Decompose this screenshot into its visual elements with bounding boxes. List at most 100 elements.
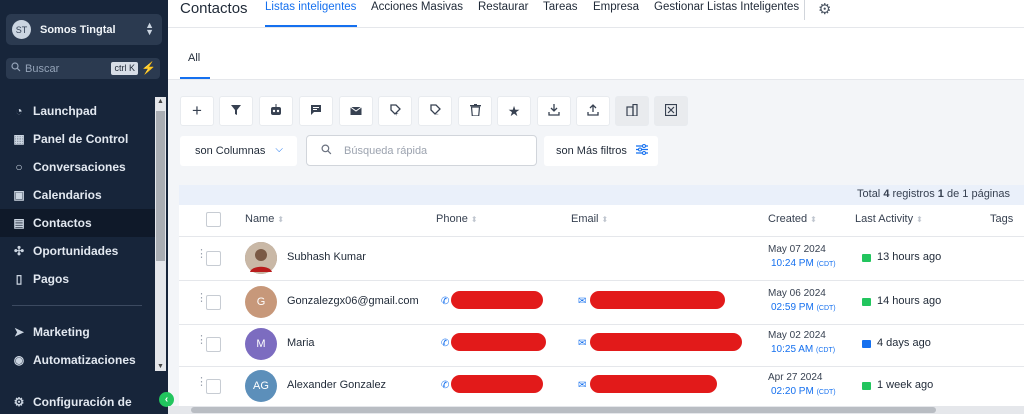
sidebar-item-automations[interactable]: ◉ Automatizaciones xyxy=(0,346,155,374)
column-header-created[interactable]: Created ⬍ xyxy=(768,213,817,225)
account-switcher[interactable]: ST Somos Tingtal ▲ ▼ xyxy=(6,14,162,45)
row-checkbox[interactable] xyxy=(206,295,221,310)
send-email-button[interactable] xyxy=(339,96,373,126)
remove-tag-icon: − xyxy=(429,103,441,119)
gear-icon[interactable]: ⚙ xyxy=(818,0,831,18)
collapse-sidebar-button[interactable]: ‹ xyxy=(159,392,174,407)
import-button[interactable] xyxy=(537,96,571,126)
columns-select[interactable]: son Columnas ⌵ xyxy=(180,136,297,166)
column-header-name[interactable]: Name ⬍ xyxy=(245,213,284,225)
drag-handle-icon[interactable]: ⋮ xyxy=(196,249,207,260)
more-filters-button[interactable]: son Más filtros xyxy=(544,136,658,166)
avatar[interactable]: M xyxy=(245,328,277,360)
favorite-button[interactable]: ★ xyxy=(497,96,531,126)
sidebar-item-opportunities[interactable]: ✣ Oportunidades xyxy=(0,237,155,265)
delete-icon xyxy=(469,103,481,119)
phone-icon[interactable]: ✆ xyxy=(441,296,449,307)
import-icon xyxy=(548,103,560,119)
tab-all[interactable]: All xyxy=(188,52,200,64)
drag-handle-icon[interactable]: ⋮ xyxy=(196,293,207,304)
filter-button[interactable] xyxy=(219,96,253,126)
row-checkbox[interactable] xyxy=(206,337,221,352)
contact-name[interactable]: Maria xyxy=(287,337,315,349)
sms-icon xyxy=(862,298,871,306)
merge-button[interactable] xyxy=(654,96,688,126)
sidebar: ST Somos Tingtal ▲ ▼ Buscar ctrl K ⚡ ◔ Lau… xyxy=(0,0,168,414)
tab-manage-smart-lists[interactable]: Gestionar Listas Inteligentes xyxy=(654,1,799,13)
payments-icon: ▯ xyxy=(15,272,23,286)
add-contact-button[interactable]: + xyxy=(180,96,214,126)
bolt-icon[interactable]: ⚡ xyxy=(141,61,156,75)
sidebar-item-dashboard[interactable]: ▦ Panel de Control xyxy=(0,125,155,153)
sidebar-scroll-thumb[interactable] xyxy=(156,111,165,261)
contact-name[interactable]: Alexander Gonzalez xyxy=(287,379,386,391)
tab-bulk-actions[interactable]: Acciones Masivas xyxy=(371,1,463,13)
add-tag-button[interactable]: + xyxy=(378,96,412,126)
table-horizontal-scrollbar[interactable] xyxy=(168,406,1024,414)
avatar-photo[interactable] xyxy=(245,242,277,274)
scroll-down-icon[interactable]: ▼ xyxy=(157,363,164,370)
top-divider xyxy=(804,0,805,20)
active-subtab-indicator xyxy=(180,77,210,79)
sidebar-search[interactable]: Buscar ctrl K ⚡ xyxy=(6,58,160,79)
send-sms-button[interactable] xyxy=(299,96,333,126)
sidebar-item-marketing[interactable]: ➤ Marketing xyxy=(0,318,155,346)
column-header-last-activity[interactable]: Last Activity ⬍ xyxy=(855,213,923,225)
contact-name[interactable]: Subhash Kumar xyxy=(287,251,366,263)
avatar[interactable]: G xyxy=(245,286,277,318)
sidebar-item-settings[interactable]: ⚙ Configuración de xyxy=(0,388,155,414)
table-row[interactable]: ⋮ Subhash Kumar May 07 2024 10:24 PM (CDT) 1… xyxy=(179,237,1024,279)
delete-button[interactable] xyxy=(458,96,492,126)
list-tabs: All xyxy=(168,28,1024,80)
workflow-button[interactable] xyxy=(259,96,293,126)
tab-smart-lists[interactable]: Listas inteligentes xyxy=(265,1,356,13)
mail-icon[interactable]: ✉ xyxy=(578,338,586,349)
contact-name[interactable]: Gonzalezgx06@gmail.com xyxy=(287,295,419,307)
table-row[interactable]: ⋮ AG Alexander Gonzalez ✆ ✉ Apr 27 2024 02:20 … xyxy=(179,365,1024,407)
drag-handle-icon[interactable]: ⋮ xyxy=(196,335,207,346)
svg-text:+: + xyxy=(395,112,399,116)
table-row[interactable]: ⋮ G Gonzalezgx06@gmail.com ✆ ✉ May 06 2024 02:… xyxy=(179,281,1024,323)
sidebar-item-calendars[interactable]: ▣ Calendarios xyxy=(0,181,155,209)
sidebar-item-launchpad[interactable]: ◔ Launchpad xyxy=(0,97,155,125)
column-header-phone[interactable]: Phone ⬍ xyxy=(436,213,478,225)
add-icon: + xyxy=(192,101,202,120)
quick-search-input[interactable]: Búsqueda rápida xyxy=(306,135,537,166)
table-scroll-thumb[interactable] xyxy=(191,407,936,413)
created-time: 10:24 PM (CDT) xyxy=(771,258,836,269)
mail-icon[interactable]: ✉ xyxy=(578,380,586,391)
last-activity: 14 hours ago xyxy=(877,295,942,307)
opportunities-icon: ✣ xyxy=(13,244,25,258)
tab-restore[interactable]: Restaurar xyxy=(478,1,529,13)
table-row[interactable]: ⋮ M Maria ✆ ✉ May 02 2024 10:25 AM (CDT) 4 days… xyxy=(179,323,1024,365)
phone-icon[interactable]: ✆ xyxy=(441,380,449,391)
robot-icon xyxy=(269,103,283,119)
row-checkbox[interactable] xyxy=(206,379,221,394)
sidebar-scrollbar[interactable]: ▲ ▼ xyxy=(155,97,166,371)
export-button[interactable] xyxy=(576,96,610,126)
redacted-email xyxy=(590,333,742,351)
add-tag-icon: + xyxy=(389,103,401,119)
avatar[interactable]: AG xyxy=(245,370,277,402)
sidebar-item-payments[interactable]: ▯ Pagos xyxy=(0,265,155,293)
column-header-email[interactable]: Email ⬍ xyxy=(571,213,608,225)
remove-tag-button[interactable]: − xyxy=(418,96,452,126)
drag-handle-icon[interactable]: ⋮ xyxy=(196,377,207,388)
scroll-up-icon[interactable]: ▲ xyxy=(157,98,164,105)
sidebar-item-contacts[interactable]: ▤ Contactos xyxy=(0,209,155,237)
sidebar-nav: ◔ Launchpad ▦ Panel de Control ○ Conversaci… xyxy=(0,97,155,414)
row-checkbox[interactable] xyxy=(206,251,221,266)
column-header-tags[interactable]: Tags xyxy=(990,213,1013,225)
sort-icon: ⬍ xyxy=(470,215,478,224)
tab-tasks[interactable]: Tareas xyxy=(543,1,578,13)
mail-icon[interactable]: ✉ xyxy=(578,296,586,307)
sidebar-item-conversations[interactable]: ○ Conversaciones xyxy=(0,153,155,181)
svg-text:−: − xyxy=(435,112,439,116)
account-avatar: ST xyxy=(12,20,31,39)
chevron-down-icon: ⌵ xyxy=(275,144,283,155)
select-all-checkbox[interactable] xyxy=(206,212,221,227)
tab-company[interactable]: Empresa xyxy=(593,1,639,13)
company-button[interactable] xyxy=(615,96,649,126)
phone-icon[interactable]: ✆ xyxy=(441,338,449,349)
sidebar-search-input[interactable]: Buscar xyxy=(25,63,59,75)
